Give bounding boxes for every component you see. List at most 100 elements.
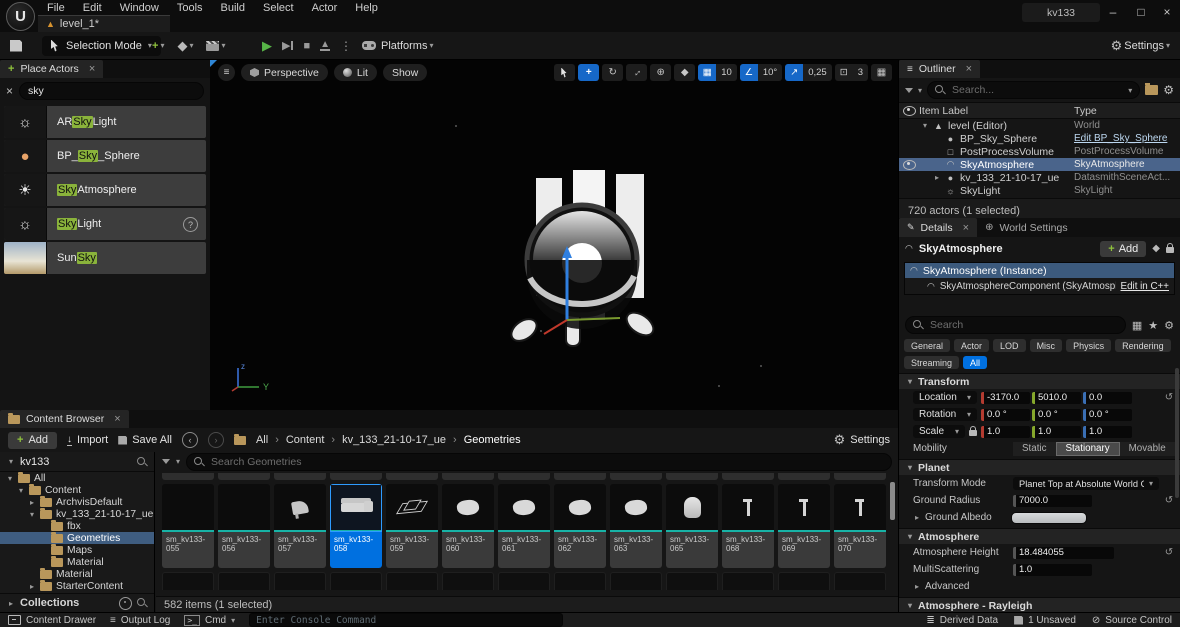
search-icon[interactable] xyxy=(137,456,147,467)
mobility-static[interactable]: Static xyxy=(1013,441,1056,456)
place-actor-item[interactable]: ☼ Sky Light? xyxy=(4,208,206,240)
asset-tile-partial[interactable] xyxy=(218,473,270,480)
favorites-icon[interactable]: ★ xyxy=(1148,319,1158,332)
cinematics-button[interactable]: ▾ xyxy=(206,40,225,51)
asset-tile[interactable]: sm_kv133- 063 xyxy=(610,484,662,568)
planet-section-header[interactable]: ▾ Planet xyxy=(899,459,1180,475)
tab-world-settings[interactable]: ⊕ World Settings xyxy=(977,218,1075,237)
column-type[interactable]: Type xyxy=(1074,105,1180,117)
rotation-dropdown[interactable]: Rotation ▾ xyxy=(913,408,977,421)
stop-button[interactable]: ■ xyxy=(303,40,310,52)
maximize-button[interactable]: □ xyxy=(1130,2,1152,22)
asset-tile-partial[interactable] xyxy=(386,572,438,590)
clear-search-icon[interactable]: × xyxy=(6,84,13,98)
tree-item-maps[interactable]: Maps xyxy=(0,543,154,556)
asset-tile-partial[interactable] xyxy=(162,572,214,590)
outliner-type[interactable]: Edit BP_Sky_Sphere xyxy=(1074,133,1180,144)
menu-actor[interactable]: Actor xyxy=(303,0,347,16)
search-icon[interactable] xyxy=(137,598,147,608)
chevron-down-icon[interactable]: ▾ xyxy=(1128,86,1132,95)
asset-tile[interactable]: sm_kv133- 062 xyxy=(554,484,606,568)
filter-rendering[interactable]: Rendering xyxy=(1115,339,1171,352)
filter-lod[interactable]: LOD xyxy=(993,339,1026,352)
gear-icon[interactable]: ⚙ xyxy=(1164,319,1174,332)
grid-snap-value[interactable]: 10 xyxy=(716,67,737,78)
outliner-row[interactable]: ☼ SkyLight SkyLight xyxy=(899,184,1180,197)
menu-select[interactable]: Select xyxy=(254,0,303,16)
show-dropdown[interactable]: Show xyxy=(382,64,428,81)
asset-tile[interactable]: sm_kv133- 061 xyxy=(498,484,550,568)
display-options-icon[interactable]: ▦ xyxy=(1132,319,1142,332)
edit-in-cpp-link[interactable]: Edit in C++ xyxy=(1121,281,1169,292)
tree-item-kv_133_21-10-17_ue[interactable]: ▾ kv_133_21-10-17_ue xyxy=(0,507,154,520)
atmosphere-height-field[interactable]: 18.484055 xyxy=(1013,546,1114,559)
place-actor-item[interactable]: ● BP_ Sky _Sphere xyxy=(4,140,206,172)
minimize-button[interactable]: – xyxy=(1102,2,1124,22)
expand-icon[interactable]: ▸ xyxy=(7,599,15,608)
reset-icon[interactable]: ↺ xyxy=(1163,547,1175,558)
place-actors-search-input[interactable] xyxy=(19,82,204,100)
import-button[interactable]: ↓ Import xyxy=(67,434,108,446)
blueprints-button[interactable]: ◆ ▾ xyxy=(177,38,193,54)
eye-icon[interactable] xyxy=(902,105,916,116)
outliner-row[interactable]: ▸ ● kv_133_21-10-17_ue DatasmithSceneAct... xyxy=(899,171,1180,184)
asset-grid-scrollbar[interactable] xyxy=(890,482,895,520)
instance-row[interactable]: ◠ SkyAtmosphere (Instance) xyxy=(905,263,1174,278)
tab-outliner[interactable]: ≡ Outliner × xyxy=(899,60,981,78)
world-coord-button[interactable]: ⊕ xyxy=(650,64,672,81)
content-drawer-button[interactable]: Content Drawer xyxy=(8,615,96,626)
angle-snap-icon[interactable]: ∠ xyxy=(739,64,758,81)
tree-item-material[interactable]: Material xyxy=(0,555,154,568)
close-icon[interactable]: × xyxy=(962,63,972,75)
viewport-menu-icon[interactable]: ≡ xyxy=(218,64,235,81)
asset-tile-partial[interactable] xyxy=(274,572,326,590)
rotation-y-field[interactable]: 0.0 ° xyxy=(1032,408,1081,421)
filter-general[interactable]: General xyxy=(904,339,951,352)
viewport[interactable]: ≡ Perspective Lit Show + ↻ ↔ ⊕ ◆ ▦ 10 ∠ … xyxy=(210,60,898,410)
scale-snap-value[interactable]: 0,25 xyxy=(803,67,832,78)
asset-tile-partial[interactable] xyxy=(834,572,886,590)
outliner-search-input[interactable] xyxy=(950,83,1124,97)
chevron-down-icon[interactable]: ▾ xyxy=(918,86,922,95)
tab-details[interactable]: ✎ Details × xyxy=(899,218,978,237)
unsaved-button[interactable]: 1 Unsaved xyxy=(1014,615,1076,626)
rotation-z-field[interactable]: 0.0 ° xyxy=(1083,408,1132,421)
breadcrumb-item[interactable]: Content xyxy=(286,434,325,446)
outliner-row[interactable]: □ PostProcessVolume PostProcessVolume xyxy=(899,145,1180,158)
details-searchbox[interactable] xyxy=(905,316,1126,334)
asset-tile[interactable]: sm_kv133- 069 xyxy=(778,484,830,568)
ground-radius-field[interactable]: 7000.0 xyxy=(1013,494,1092,507)
menu-help[interactable]: Help xyxy=(346,0,387,16)
caret-icon[interactable]: ▸ xyxy=(28,498,36,507)
asset-tile-partial[interactable] xyxy=(442,473,494,480)
expand-icon[interactable]: ▸ xyxy=(913,513,921,522)
asset-tile-partial[interactable] xyxy=(554,473,606,480)
asset-tile-partial[interactable] xyxy=(330,572,382,590)
close-icon[interactable]: × xyxy=(110,413,120,425)
settings-dropdown[interactable]: ⚙ Settings ▾ xyxy=(1111,38,1170,54)
filter-icon[interactable] xyxy=(162,459,170,464)
scale-tool-button[interactable]: ↔ xyxy=(626,64,648,81)
console-command-input[interactable] xyxy=(249,613,564,627)
eye-cell[interactable] xyxy=(899,159,919,170)
asset-tile[interactable]: sm_kv133- 056 xyxy=(218,484,270,568)
asset-tile-partial[interactable] xyxy=(442,572,494,590)
camera-speed-value[interactable]: 3 xyxy=(853,67,868,78)
cmd-dropdown[interactable]: >_ Cmd ▾ xyxy=(184,614,235,626)
scale-y-field[interactable]: 1.0 xyxy=(1032,425,1081,438)
breadcrumb-item[interactable]: kv_133_21-10-17_ue xyxy=(342,434,446,446)
tab-place-actors[interactable]: + Place Actors × xyxy=(0,60,104,78)
new-folder-icon[interactable] xyxy=(1145,83,1159,95)
asset-search-input[interactable] xyxy=(209,454,884,469)
filter-actor[interactable]: Actor xyxy=(954,339,990,352)
asset-tile-partial[interactable] xyxy=(778,572,830,590)
save-icon[interactable] xyxy=(10,39,22,52)
forward-icon[interactable]: › xyxy=(207,432,224,448)
output-log-button[interactable]: ≡ Output Log xyxy=(110,615,170,626)
surface-snap-button[interactable]: ◆ xyxy=(674,64,696,81)
asset-tile-partial[interactable] xyxy=(722,572,774,590)
rotate-tool-button[interactable]: ↻ xyxy=(602,64,624,81)
asset-tile[interactable]: sm_kv133- 070 xyxy=(834,484,886,568)
collections-bar[interactable]: ▸ Collections xyxy=(0,593,154,612)
source-selector[interactable]: ▾ kv133 xyxy=(0,452,154,472)
